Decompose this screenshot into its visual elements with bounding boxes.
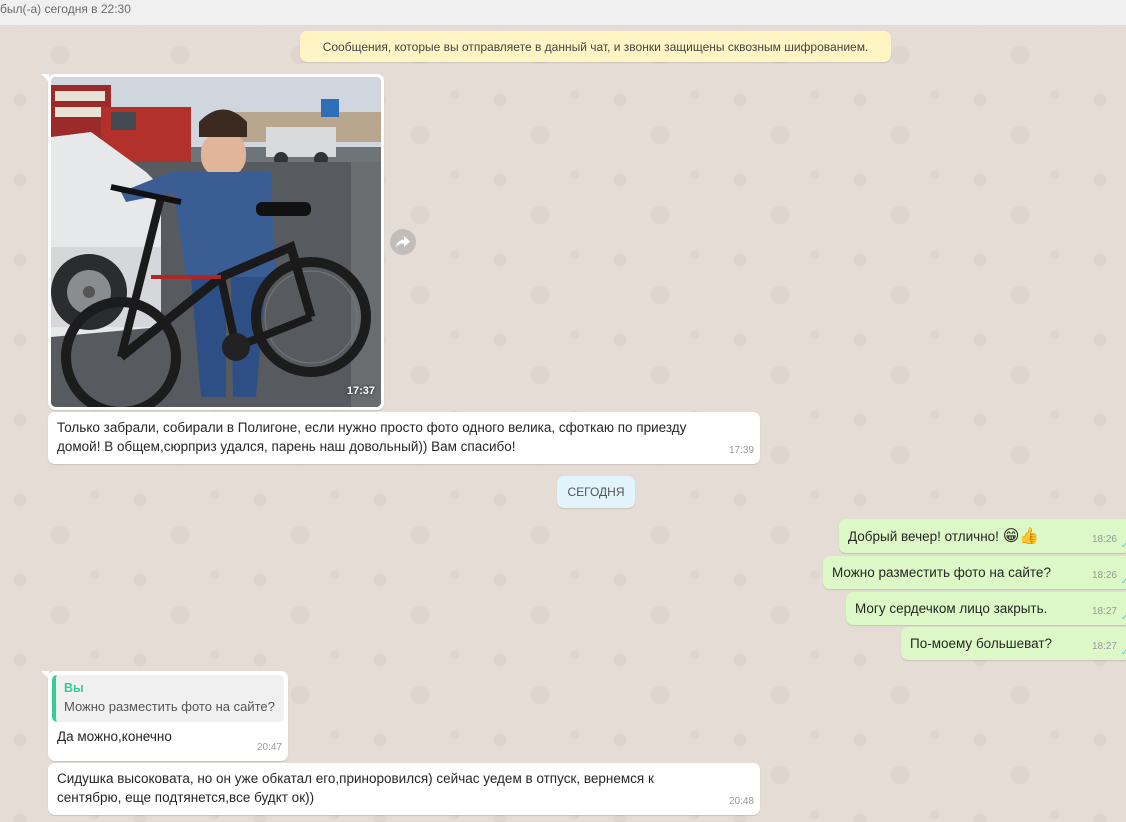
outgoing-message[interactable]: Могу сердечком лицо закрыть. 18:27 ✓✓	[846, 592, 1126, 625]
bubble-tail	[41, 671, 49, 679]
message-text: Да можно,конечно	[57, 729, 172, 744]
message-text: По-моему большеват?	[910, 636, 1053, 651]
message-timestamp: 20:48	[728, 796, 754, 807]
message-timestamp: 18:26	[1091, 570, 1117, 581]
message-text: Могу сердечком лицо закрыть.	[855, 601, 1048, 616]
incoming-message[interactable]: Сидушка высоковата, но он уже обкатал ег…	[48, 763, 760, 815]
message-timestamp: 18:27	[1091, 606, 1117, 617]
double-check-icon: ✓✓	[1121, 647, 1126, 657]
incoming-message[interactable]: Только забрали, собирали в Полигоне, есл…	[48, 412, 760, 464]
outgoing-message[interactable]: Добрый вечер! отлично! 😁👍 18:26 ✓✓	[839, 519, 1126, 553]
message-text: Добрый вечер! отлично!	[848, 529, 999, 544]
outgoing-message[interactable]: Можно разместить фото на сайте? 18:26 ✓✓	[823, 556, 1126, 589]
emoji-grin-thumbsup: 😁👍	[1002, 528, 1040, 546]
date-divider-label: СЕГОДНЯ	[567, 485, 625, 499]
incoming-reply-message[interactable]: Вы Можно разместить фото на сайте? Да мо…	[41, 671, 288, 761]
message-text: Можно разместить фото на сайте?	[832, 565, 1051, 580]
photo-timestamp: 17:37	[346, 385, 375, 397]
forward-icon	[396, 236, 410, 248]
quote-text: Можно разместить фото на сайте?	[64, 699, 275, 714]
date-divider: СЕГОДНЯ	[557, 476, 635, 508]
photo-bicycle-boy	[51, 77, 381, 407]
last-seen-status: был(-а) сегодня в 22:30	[0, 2, 131, 16]
quote-author: Вы	[64, 681, 84, 695]
chat-header: был(-а) сегодня в 22:30	[0, 0, 1126, 26]
double-check-icon: ✓✓	[1121, 576, 1126, 586]
bubble-tail	[41, 74, 49, 82]
message-timestamp: 17:39	[728, 445, 754, 456]
double-check-icon: ✓✓	[1121, 540, 1126, 550]
message-text: Только забрали, собирали в Полигоне, есл…	[57, 420, 687, 454]
message-timestamp: 20:47	[256, 742, 282, 753]
image-message[interactable]: 17:37	[41, 74, 384, 410]
message-timestamp: 18:27	[1091, 641, 1117, 652]
encryption-notice-text: Сообщения, которые вы отправляете в данн…	[322, 39, 869, 54]
message-photo[interactable]: 17:37	[51, 77, 381, 407]
outgoing-message[interactable]: По-моему большеват? 18:27 ✓✓	[901, 627, 1126, 660]
double-check-icon: ✓✓	[1121, 612, 1126, 622]
encryption-notice[interactable]: Сообщения, которые вы отправляете в данн…	[300, 31, 891, 62]
message-text: Сидушка высоковата, но он уже обкатал ег…	[57, 771, 654, 805]
forward-button[interactable]	[390, 229, 416, 255]
message-timestamp: 18:26	[1091, 534, 1117, 545]
quoted-message[interactable]: Вы Можно разместить фото на сайте?	[52, 675, 284, 722]
